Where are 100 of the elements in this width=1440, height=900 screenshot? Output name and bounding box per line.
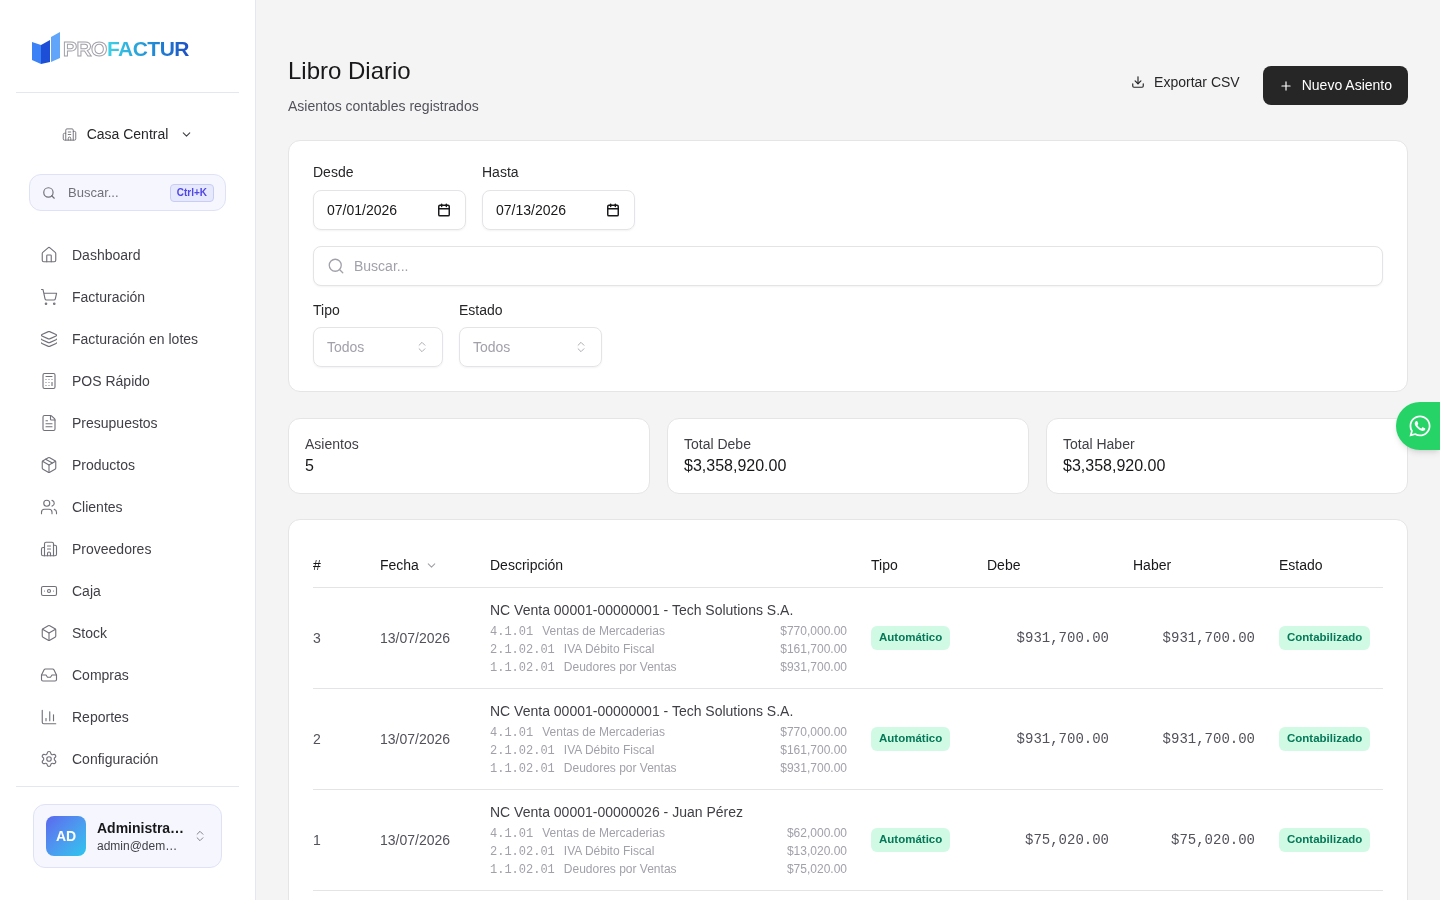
avatar: AD bbox=[46, 816, 86, 856]
account-name: IVA Débito Fiscal bbox=[563, 843, 655, 860]
line-amount: $931,700.00 bbox=[780, 659, 847, 676]
nav-item[interactable]: Facturación en lotes bbox=[28, 318, 227, 360]
export-button[interactable]: Exportar CSV bbox=[1127, 66, 1244, 98]
credit-amount: $931,700.00 bbox=[1162, 729, 1255, 749]
nav-item[interactable]: Facturación bbox=[28, 276, 227, 318]
debit-amount: $931,700.00 bbox=[1016, 729, 1109, 749]
column-header: Estado bbox=[1279, 556, 1323, 575]
account-name: IVA Débito Fiscal bbox=[563, 641, 655, 658]
line-amount: $13,020.00 bbox=[786, 843, 847, 860]
search-icon bbox=[327, 257, 345, 275]
nav-item[interactable]: Caja bbox=[28, 570, 227, 612]
home-icon bbox=[40, 246, 58, 264]
settings-icon bbox=[40, 750, 58, 768]
phone-bubble-icon bbox=[1408, 414, 1432, 438]
account-name: Deudores por Ventas bbox=[563, 659, 677, 676]
account-code: 4.1.01 bbox=[490, 624, 534, 641]
stat-label: Total Haber bbox=[1063, 435, 1136, 454]
stat-value: 5 bbox=[305, 456, 315, 476]
row-number: 1 bbox=[313, 830, 321, 850]
status-badge: Contabilizado bbox=[1279, 828, 1371, 852]
field-label: Desde bbox=[313, 163, 355, 182]
building-icon bbox=[61, 126, 77, 142]
account-name: Ventas de Mercaderias bbox=[542, 825, 665, 842]
type-badge: Automático bbox=[871, 727, 951, 751]
stat-label: Total Debe bbox=[684, 435, 752, 454]
column-header: Tipo bbox=[871, 556, 898, 575]
user-email: admin@dem… bbox=[97, 838, 179, 854]
debit-amount: $75,020.00 bbox=[1025, 830, 1109, 850]
inbox-icon bbox=[40, 666, 58, 684]
row-number: 2 bbox=[313, 729, 321, 749]
nav-item[interactable]: Stock bbox=[28, 612, 227, 654]
calendar-icon bbox=[606, 203, 620, 217]
entry-title: NC Venta 00001-00000026 - Juan Pérez bbox=[490, 803, 744, 822]
stat-label: Asientos bbox=[305, 435, 360, 454]
cube-icon bbox=[40, 624, 58, 642]
document-icon bbox=[40, 414, 58, 432]
nav-item[interactable]: Clientes bbox=[28, 486, 227, 528]
nav-item[interactable]: Productos bbox=[28, 444, 227, 486]
nav-item[interactable]: Reportes bbox=[28, 696, 227, 738]
field-label: Estado bbox=[459, 301, 504, 320]
user-menu[interactable]: AD Administra… admin@dem… bbox=[33, 804, 222, 868]
branch-selector[interactable]: Casa Central bbox=[61, 121, 194, 147]
account-code: 1.1.02.01 bbox=[490, 862, 555, 879]
column-header: # bbox=[313, 556, 321, 575]
line-amount: $770,000.00 bbox=[780, 724, 847, 741]
nav-item[interactable]: Dashboard bbox=[28, 234, 227, 276]
search-field[interactable]: Buscar... bbox=[313, 246, 1383, 286]
calendar-icon bbox=[437, 203, 451, 217]
package-icon bbox=[40, 456, 58, 474]
type-badge: Automático bbox=[871, 626, 951, 650]
stat-value: $3,358,920.00 bbox=[1063, 456, 1167, 476]
column-header[interactable]: Fecha bbox=[380, 555, 438, 576]
page-title: Libro Diario bbox=[288, 56, 412, 86]
layers-icon bbox=[40, 330, 58, 348]
bar-chart-icon bbox=[40, 708, 58, 726]
line-amount: $75,020.00 bbox=[786, 861, 847, 878]
field-label: Tipo bbox=[313, 301, 341, 320]
new-entry-button[interactable]: Nuevo Asiento bbox=[1262, 66, 1408, 105]
entry-title: NC Venta 00001-00000001 - Tech Solutions S.A. bbox=[490, 702, 795, 721]
status-badge: Contabilizado bbox=[1279, 626, 1371, 650]
debit-amount: $931,700.00 bbox=[1016, 628, 1109, 648]
nav-item[interactable]: Presupuestos bbox=[28, 402, 227, 444]
account-code: 1.1.02.01 bbox=[490, 660, 555, 677]
chat-button[interactable] bbox=[1396, 402, 1440, 450]
account-code: 2.1.02.01 bbox=[490, 844, 555, 861]
logo-icon bbox=[32, 32, 62, 64]
type-badge: Automático bbox=[871, 828, 951, 852]
date-cell-text: 13/07/2026 bbox=[380, 830, 451, 850]
line-amount: $770,000.00 bbox=[780, 623, 847, 640]
date-field[interactable]: 07/01/2026 bbox=[313, 190, 466, 230]
line-amount: $161,700.00 bbox=[780, 742, 847, 759]
page-subtitle: Asientos contables registrados bbox=[288, 97, 479, 116]
credit-amount: $75,020.00 bbox=[1171, 830, 1255, 850]
nav-item[interactable]: Compras bbox=[28, 654, 227, 696]
users-icon bbox=[40, 498, 58, 516]
search-icon bbox=[42, 185, 56, 200]
line-amount: $161,700.00 bbox=[780, 641, 847, 658]
account-code: 4.1.01 bbox=[490, 826, 534, 843]
column-header: Descripción bbox=[490, 556, 564, 575]
entry-title: NC Venta 00001-00000001 - Tech Solutions S.A. bbox=[490, 601, 795, 620]
user-name: Administra… bbox=[97, 819, 186, 838]
account-code: 4.1.01 bbox=[490, 725, 534, 742]
column-header: Debe bbox=[987, 556, 1021, 575]
account-name: Ventas de Mercaderias bbox=[542, 623, 665, 640]
cart-icon bbox=[40, 288, 58, 306]
stat-value: $3,358,920.00 bbox=[684, 456, 788, 476]
account-code: 2.1.02.01 bbox=[490, 642, 555, 659]
line-amount: $931,700.00 bbox=[780, 760, 847, 777]
account-name: Deudores por Ventas bbox=[563, 760, 677, 777]
nav-item[interactable]: Proveedores bbox=[28, 528, 227, 570]
date-field[interactable]: 07/13/2026 bbox=[482, 190, 635, 230]
credit-amount: $931,700.00 bbox=[1162, 628, 1255, 648]
nav-item[interactable]: POS Rápido bbox=[28, 360, 227, 402]
date-cell-text: 13/07/2026 bbox=[380, 628, 451, 648]
nav-item[interactable]: Configuración bbox=[28, 738, 227, 780]
line-amount: $62,000.00 bbox=[786, 825, 847, 842]
calculator-icon bbox=[40, 372, 58, 390]
account-name: Ventas de Mercaderias bbox=[542, 724, 665, 741]
